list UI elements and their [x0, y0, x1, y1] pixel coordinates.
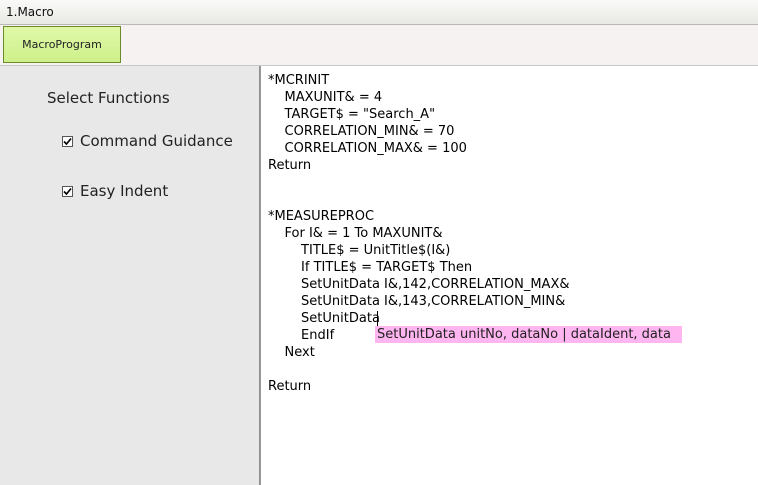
checkmark-icon [63, 187, 72, 195]
easy-indent-label: Easy Indent [80, 182, 169, 200]
section-title: Select Functions [47, 89, 170, 107]
title-bar: 1.Macro [0, 0, 758, 25]
code-line: Return [268, 158, 312, 173]
easy-indent-checkbox[interactable] [62, 185, 73, 197]
code-line: EndIf [268, 328, 335, 343]
code-line: MAXUNIT& = 4 [268, 90, 383, 105]
checkmark-icon [63, 137, 72, 145]
command-guidance-option[interactable]: Command Guidance [62, 132, 233, 150]
command-guidance-label: Command Guidance [80, 132, 233, 150]
code-line: SetUnitData [268, 311, 380, 326]
window-title: 1.Macro [6, 5, 54, 19]
code-line: SetUnitData I&,142,CORRELATION_MAX& [268, 277, 570, 292]
code-line: CORRELATION_MIN& = 70 [268, 124, 455, 139]
code-line: CORRELATION_MAX& = 100 [268, 141, 467, 156]
code-line: Next [268, 345, 315, 360]
code-editor[interactable]: *MCRINIT MAXUNIT& = 4 TARGET$ = "Search_… [260, 66, 758, 485]
code-line: SetUnitData I&,143,CORRELATION_MIN& [268, 294, 566, 309]
code-line: Return [268, 379, 312, 394]
command-guidance-checkbox[interactable] [62, 135, 73, 147]
tab-bar: MacroProgram [0, 25, 758, 66]
code-line: *MEASUREPROC [268, 209, 375, 224]
text-caret [377, 311, 378, 326]
tab-macro-program[interactable]: MacroProgram [3, 26, 121, 63]
command-guidance-tooltip: SetUnitData unitNo, dataNo | dataIdent, … [375, 326, 682, 343]
functions-panel: Select Functions Command Guidance Easy I… [0, 66, 260, 485]
code-line: TITLE$ = UnitTitle$(I&) [268, 243, 451, 258]
easy-indent-option[interactable]: Easy Indent [62, 182, 168, 200]
code-line: TARGET$ = "Search_A" [268, 107, 436, 122]
code-line: *MCRINIT [268, 73, 330, 88]
code-line: If TITLE$ = TARGET$ Then [268, 260, 473, 275]
code-line: For I& = 1 To MAXUNIT& [268, 226, 443, 241]
